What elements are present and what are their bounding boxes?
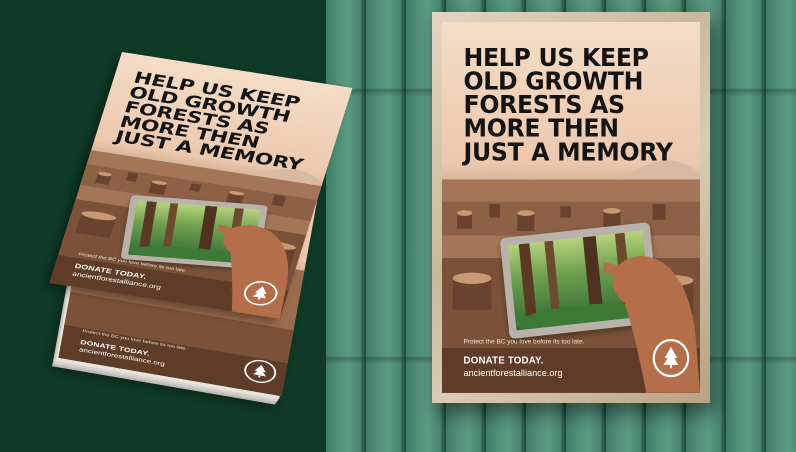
website-url: ancientforestalliance.org bbox=[463, 367, 563, 379]
headline-line: HELP US KEEP bbox=[463, 44, 649, 73]
donate-text: DONATE TODAY. bbox=[463, 354, 544, 366]
framed-poster: HELP US KEEP OLD GROWTH FORESTS AS MORE … bbox=[442, 22, 700, 393]
poster-art: HELP US KEEP OLD GROWTH FORESTS AS MORE … bbox=[442, 22, 700, 393]
tagline: Protect the BC you love before its too l… bbox=[463, 338, 585, 346]
headline-line: OLD GROWTH bbox=[463, 68, 644, 97]
tree-in-circle-icon bbox=[663, 346, 679, 369]
ancient-forest-alliance-logo bbox=[652, 338, 690, 378]
headline: HELP US KEEP OLD GROWTH FORESTS AS MORE … bbox=[463, 44, 690, 165]
headline-line: FORESTS AS bbox=[463, 91, 626, 120]
headline-line: MORE THEN bbox=[463, 115, 620, 144]
wooden-frame: HELP US KEEP OLD GROWTH FORESTS AS MORE … bbox=[432, 12, 710, 403]
